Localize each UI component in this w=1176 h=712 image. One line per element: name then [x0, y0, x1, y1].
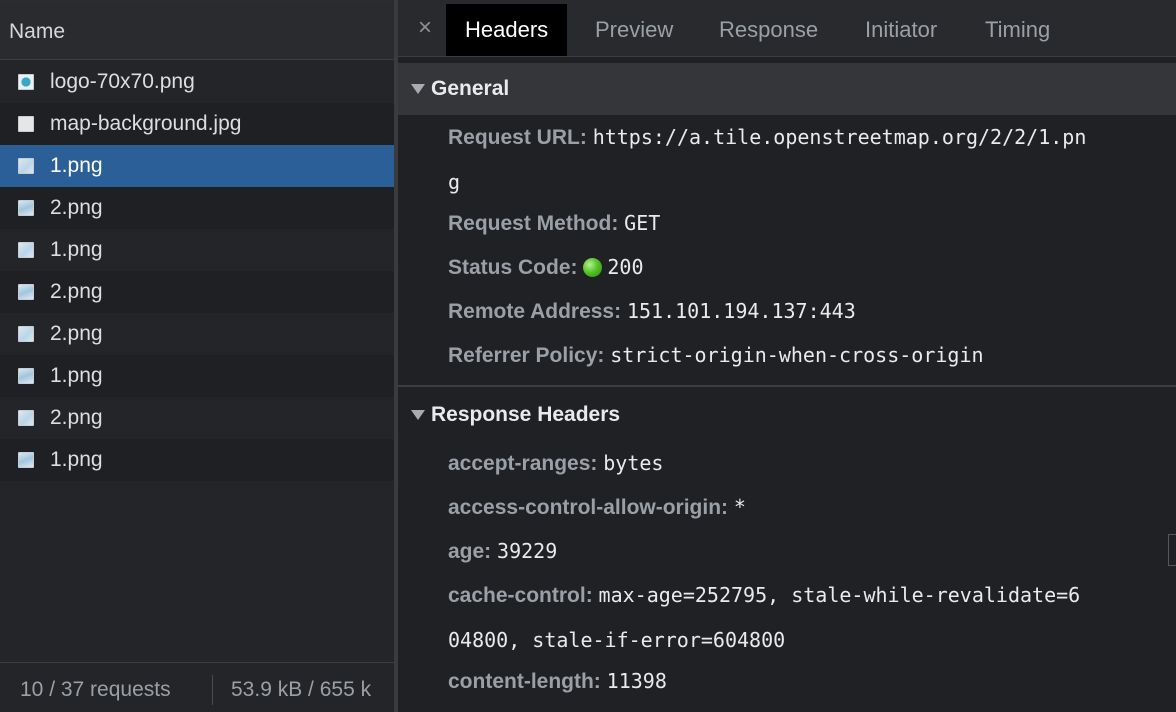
- header-value: 39229: [497, 539, 558, 563]
- section-title: Response Headers: [431, 403, 621, 426]
- request-rows: logo-70x70.png map-background.jpg 1.png …: [0, 61, 396, 481]
- tab-preview[interactable]: Preview: [576, 4, 692, 56]
- detail-tabbar: × Headers Preview Response Initiator Tim…: [398, 0, 1176, 57]
- accept-ranges-row: accept-ranges: bytes: [448, 441, 1164, 486]
- scrollbar-handle[interactable]: [1168, 534, 1176, 566]
- image-file-icon: [18, 158, 34, 174]
- tab-headers[interactable]: Headers: [446, 4, 568, 56]
- request-name: 2.png: [50, 280, 103, 303]
- close-icon[interactable]: ×: [414, 14, 436, 42]
- tab-initiator[interactable]: Initiator: [846, 4, 956, 56]
- image-file-icon: [18, 452, 34, 468]
- status-bar: 10 / 37 requests 53.9 kB / 655 k: [0, 662, 396, 712]
- response-headers-section-header[interactable]: Response Headers: [398, 389, 1176, 441]
- image-file-icon: [18, 242, 34, 258]
- tab-timing[interactable]: Timing: [966, 4, 1069, 56]
- request-row[interactable]: 1.png: [0, 229, 396, 271]
- request-row-selected[interactable]: 1.png: [0, 145, 396, 187]
- request-name: map-background.jpg: [50, 112, 242, 135]
- request-row[interactable]: 2.png: [0, 187, 396, 229]
- triangle-down-icon: [411, 410, 425, 420]
- request-name: logo-70x70.png: [50, 70, 195, 93]
- name-column-header[interactable]: Name: [0, 4, 396, 60]
- request-row[interactable]: map-background.jpg: [0, 103, 396, 145]
- header-value: 200: [607, 255, 644, 279]
- request-count: 10 / 37 requests: [20, 678, 171, 701]
- logo-icon: [18, 74, 34, 90]
- header-value: 11398: [606, 669, 667, 693]
- header-key: Remote Address:: [448, 300, 622, 323]
- request-row[interactable]: 1.png: [0, 355, 396, 397]
- status-divider: [212, 675, 213, 705]
- image-file-icon: [18, 116, 34, 132]
- header-key: Request URL:: [448, 126, 587, 149]
- request-row[interactable]: 2.png: [0, 271, 396, 313]
- remote-address-row: Remote Address: 151.101.194.137:443: [448, 289, 1164, 334]
- header-key: content-length:: [448, 670, 601, 693]
- transfer-size: 53.9 kB / 655 k: [231, 678, 372, 701]
- header-key: access-control-allow-origin:: [448, 496, 729, 519]
- section-title: General: [431, 77, 510, 100]
- header-key: accept-ranges:: [448, 452, 598, 475]
- header-value-wrap: g: [448, 170, 461, 194]
- header-key: cache-control:: [448, 584, 593, 607]
- request-name: 1.png: [50, 238, 103, 261]
- image-file-icon: [18, 368, 34, 384]
- header-value: https://a.tile.openstreetmap.org/2/2/1.p…: [592, 125, 1087, 149]
- header-value: GET: [624, 211, 661, 235]
- request-row[interactable]: 1.png: [0, 439, 396, 481]
- request-list-pane: Name logo-70x70.png map-background.jpg 1…: [0, 0, 396, 712]
- general-section-header[interactable]: General: [398, 63, 1176, 115]
- header-value: bytes: [603, 451, 664, 475]
- request-row[interactable]: 2.png: [0, 313, 396, 355]
- request-detail-pane: × Headers Preview Response Initiator Tim…: [398, 0, 1176, 712]
- request-name: 2.png: [50, 322, 103, 345]
- status-ok-icon: [583, 258, 603, 277]
- image-file-icon: [18, 410, 34, 426]
- image-file-icon: [18, 284, 34, 300]
- header-value: 151.101.194.137:443: [626, 299, 856, 323]
- request-name: 1.png: [50, 448, 103, 471]
- header-key: Referrer Policy:: [448, 344, 605, 367]
- header-value-wrap: 04800, stale-if-error=604800: [448, 628, 786, 652]
- header-key: Status Code:: [448, 256, 578, 279]
- request-url-row: Request URL: https://a.tile.openstreetma…: [448, 115, 1164, 204]
- access-control-allow-origin-row: access-control-allow-origin: *: [448, 485, 1164, 530]
- tab-response[interactable]: Response: [700, 4, 837, 56]
- request-row[interactable]: logo-70x70.png: [0, 61, 396, 103]
- content-length-row: content-length: 11398: [448, 659, 1164, 704]
- header-key: age:: [448, 540, 492, 563]
- image-file-icon: [18, 200, 34, 216]
- request-name: 2.png: [50, 196, 103, 219]
- header-value: max-age=252795, stale-while-revalidate=6: [598, 583, 1081, 607]
- header-value: strict-origin-when-cross-origin: [610, 343, 984, 367]
- header-value: *: [733, 495, 746, 519]
- referrer-policy-row: Referrer Policy: strict-origin-when-cros…: [448, 333, 1164, 378]
- request-name: 2.png: [50, 406, 103, 429]
- request-name: 1.png: [50, 364, 103, 387]
- section-divider: [398, 385, 1176, 387]
- triangle-down-icon: [411, 84, 425, 94]
- request-method-row: Request Method: GET: [448, 201, 1164, 246]
- request-row[interactable]: 2.png: [0, 397, 396, 439]
- status-code-row: Status Code: 200: [448, 245, 1164, 290]
- cache-control-row: cache-control: max-age=252795, stale-whi…: [448, 573, 1164, 662]
- devtools-network-panel: Name logo-70x70.png map-background.jpg 1…: [0, 0, 1176, 712]
- header-key: Request Method:: [448, 212, 619, 235]
- image-file-icon: [18, 326, 34, 342]
- request-name: 1.png: [50, 154, 103, 177]
- age-row: age: 39229: [448, 529, 1164, 574]
